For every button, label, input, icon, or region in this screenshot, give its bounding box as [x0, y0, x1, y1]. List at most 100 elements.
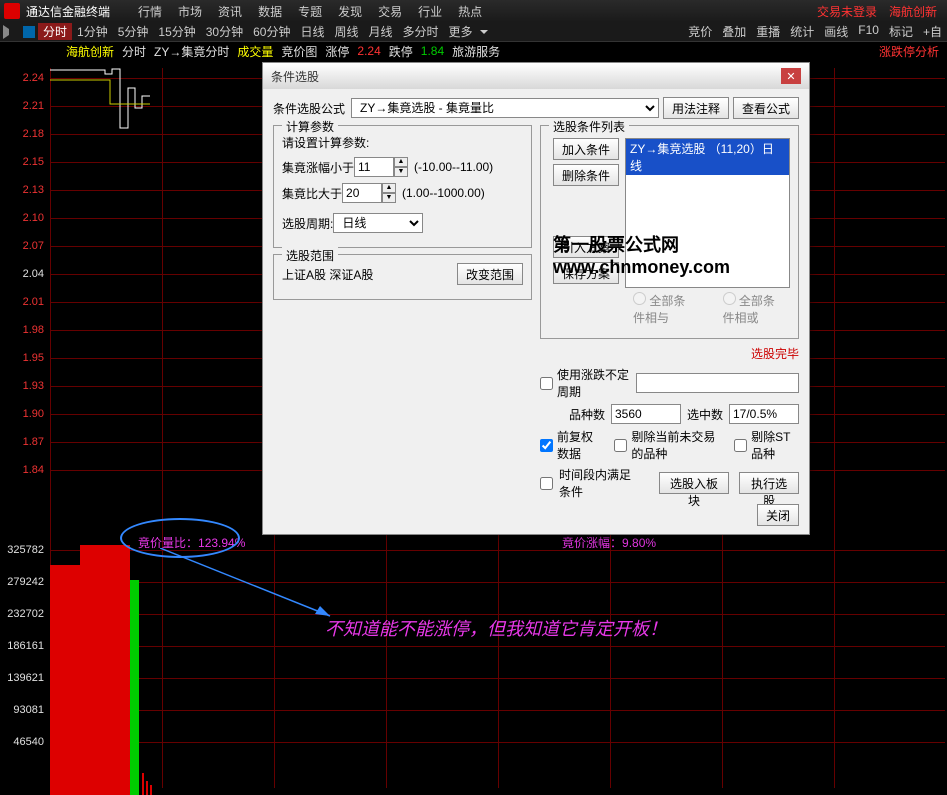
close-button[interactable]: 关闭: [757, 504, 799, 526]
rtab-f10[interactable]: F10: [853, 23, 884, 40]
info-period: 分时: [122, 43, 146, 60]
remove-nt-checkbox[interactable]: [614, 439, 627, 452]
custom-period-label: 使用涨跌不定周期: [557, 366, 632, 400]
menu-news[interactable]: 资讯: [218, 3, 242, 20]
menu-data[interactable]: 数据: [258, 3, 282, 20]
tab-30min[interactable]: 30分钟: [201, 23, 248, 40]
menu-market[interactable]: 市场: [178, 3, 202, 20]
load-scheme-button[interactable]: 引入方案: [553, 236, 619, 258]
dialog-titlebar[interactable]: 条件选股 ✕: [263, 63, 809, 89]
rtab-stats[interactable]: 统计: [785, 23, 819, 40]
info-bid-label: 竞价图: [281, 43, 317, 60]
bid-amp-label: 竟价涨幅：9.80%: [562, 534, 656, 551]
down-icon[interactable]: ▼: [394, 167, 408, 177]
status-text: 选股完毕: [540, 345, 799, 362]
rtab-custom[interactable]: +自: [918, 23, 947, 40]
menu-hot[interactable]: 热点: [458, 3, 482, 20]
tab-fenshi[interactable]: 分时: [38, 23, 72, 40]
down-icon[interactable]: ▼: [382, 193, 396, 203]
p1-input[interactable]: [354, 157, 394, 177]
info-formula: ZY→集竟分时: [154, 43, 229, 60]
menu-trade[interactable]: 交易: [378, 3, 402, 20]
radio-and[interactable]: 全部条件相与: [633, 292, 693, 326]
info-down-label: 跌停: [389, 43, 413, 60]
period-select[interactable]: 日线: [333, 213, 423, 233]
formula-label: 条件选股公式: [273, 100, 345, 117]
tab-15min[interactable]: 15分钟: [153, 23, 200, 40]
save-scheme-button[interactable]: 保存方案: [553, 262, 619, 284]
dialog-title-text: 条件选股: [271, 68, 319, 85]
remove-st-checkbox[interactable]: [734, 439, 747, 452]
period-label: 选股周期:: [282, 215, 333, 232]
login-status[interactable]: 交易未登录: [817, 3, 877, 20]
info-stock: 海航创新: [66, 43, 114, 60]
menu-discover[interactable]: 发现: [338, 3, 362, 20]
usage-button[interactable]: 用法注释: [663, 97, 729, 119]
rtab-bid[interactable]: 竞价: [683, 23, 717, 40]
calc-prompt: 请设置计算参数:: [282, 134, 523, 151]
info-right[interactable]: 涨跌停分析: [879, 43, 939, 60]
p1-label: 集竟涨幅小于: [282, 159, 354, 176]
title-bar: 通达信金融终端 行情 市场 资讯 数据 专题 发现 交易 行业 热点 交易未登录…: [0, 0, 947, 22]
annotation-text: 不知道能不能涨停，但我知道它肯定开板！: [325, 615, 667, 641]
info-down-val: 1.84: [421, 44, 444, 58]
info-vol-label: 成交量: [237, 43, 273, 60]
custom-period-checkbox[interactable]: [540, 377, 553, 390]
p2-range: (1.00--1000.00): [402, 186, 485, 200]
app-title: 通达信金融终端: [26, 3, 110, 20]
app-logo-icon: [4, 3, 20, 19]
p1-spinner[interactable]: ▲▼: [354, 157, 408, 177]
radio-or[interactable]: 全部条件相或: [723, 292, 783, 326]
formula-select[interactable]: ZY→集竟选股 - 集竟量比: [351, 98, 659, 118]
volume-tick: 46540: [13, 736, 44, 748]
volume-tick: 325782: [7, 544, 44, 556]
stock-name-right[interactable]: 海航创新: [889, 3, 937, 20]
rtab-overlay[interactable]: 叠加: [717, 23, 751, 40]
list-item[interactable]: ZY→集竞选股 （11,20）日线: [626, 139, 789, 175]
add-condition-button[interactable]: 加入条件: [553, 138, 619, 160]
close-icon[interactable]: ✕: [781, 68, 801, 84]
tab-5min[interactable]: 5分钟: [113, 23, 154, 40]
run-filter-button[interactable]: 执行选股: [739, 472, 799, 494]
rtab-draw[interactable]: 画线: [819, 23, 853, 40]
p2-input[interactable]: [342, 183, 382, 203]
rtab-mark[interactable]: 标记: [884, 23, 918, 40]
menu-industry[interactable]: 行业: [418, 3, 442, 20]
tab-week[interactable]: 周线: [329, 23, 363, 40]
p1-range: (-10.00--11.00): [414, 160, 493, 174]
tab-day[interactable]: 日线: [295, 23, 329, 40]
change-range-button[interactable]: 改变范围: [457, 263, 523, 285]
tab-multi[interactable]: 多分时: [398, 23, 444, 40]
calc-params-fieldset: 计算参数 请设置计算参数: 集竟涨幅小于 ▲▼ (-10.00--11.00) …: [273, 125, 532, 248]
delete-condition-button[interactable]: 删除条件: [553, 164, 619, 186]
chart-info-bar: 海航创新 分时 ZY→集竟分时 成交量 竞价图 涨停 2.24 跌停 1.84 …: [0, 42, 947, 60]
tab-60min[interactable]: 60分钟: [248, 23, 295, 40]
tool-icon[interactable]: [23, 26, 35, 38]
tab-1min[interactable]: 1分钟: [72, 23, 113, 40]
up-icon[interactable]: ▲: [394, 157, 408, 167]
p2-spinner[interactable]: ▲▼: [342, 183, 396, 203]
view-formula-button[interactable]: 查看公式: [733, 97, 799, 119]
volume-y-axis: 3257822792422327021861611396219308146540: [0, 60, 48, 786]
tab-more[interactable]: 更多: [444, 23, 478, 40]
fq-checkbox[interactable]: [540, 439, 553, 452]
time-checkbox[interactable]: [540, 477, 553, 490]
back-icon[interactable]: [3, 25, 17, 39]
volume-tick: 186161: [7, 640, 44, 652]
up-icon[interactable]: ▲: [382, 183, 396, 193]
rtab-replay[interactable]: 重播: [751, 23, 785, 40]
to-block-button[interactable]: 选股入板块: [659, 472, 729, 494]
condition-listbox[interactable]: ZY→集竞选股 （11,20）日线: [625, 138, 790, 288]
period-toolbar: 分时 1分钟 5分钟 15分钟 30分钟 60分钟 日线 周线 月线 多分时 更…: [0, 22, 947, 42]
menu-topic[interactable]: 专题: [298, 3, 322, 20]
menu-quotes[interactable]: 行情: [138, 3, 162, 20]
volume-tick: 139621: [7, 672, 44, 684]
annotation-arrow: [160, 548, 340, 618]
dropdown-icon[interactable]: [480, 30, 488, 34]
volume-tick: 232702: [7, 608, 44, 620]
tab-month[interactable]: 月线: [364, 23, 398, 40]
hit-value: [729, 404, 799, 424]
custom-period-input[interactable]: [636, 373, 799, 393]
info-up-val: 2.24: [357, 44, 380, 58]
range-text: 上证A股 深证A股: [282, 266, 373, 283]
